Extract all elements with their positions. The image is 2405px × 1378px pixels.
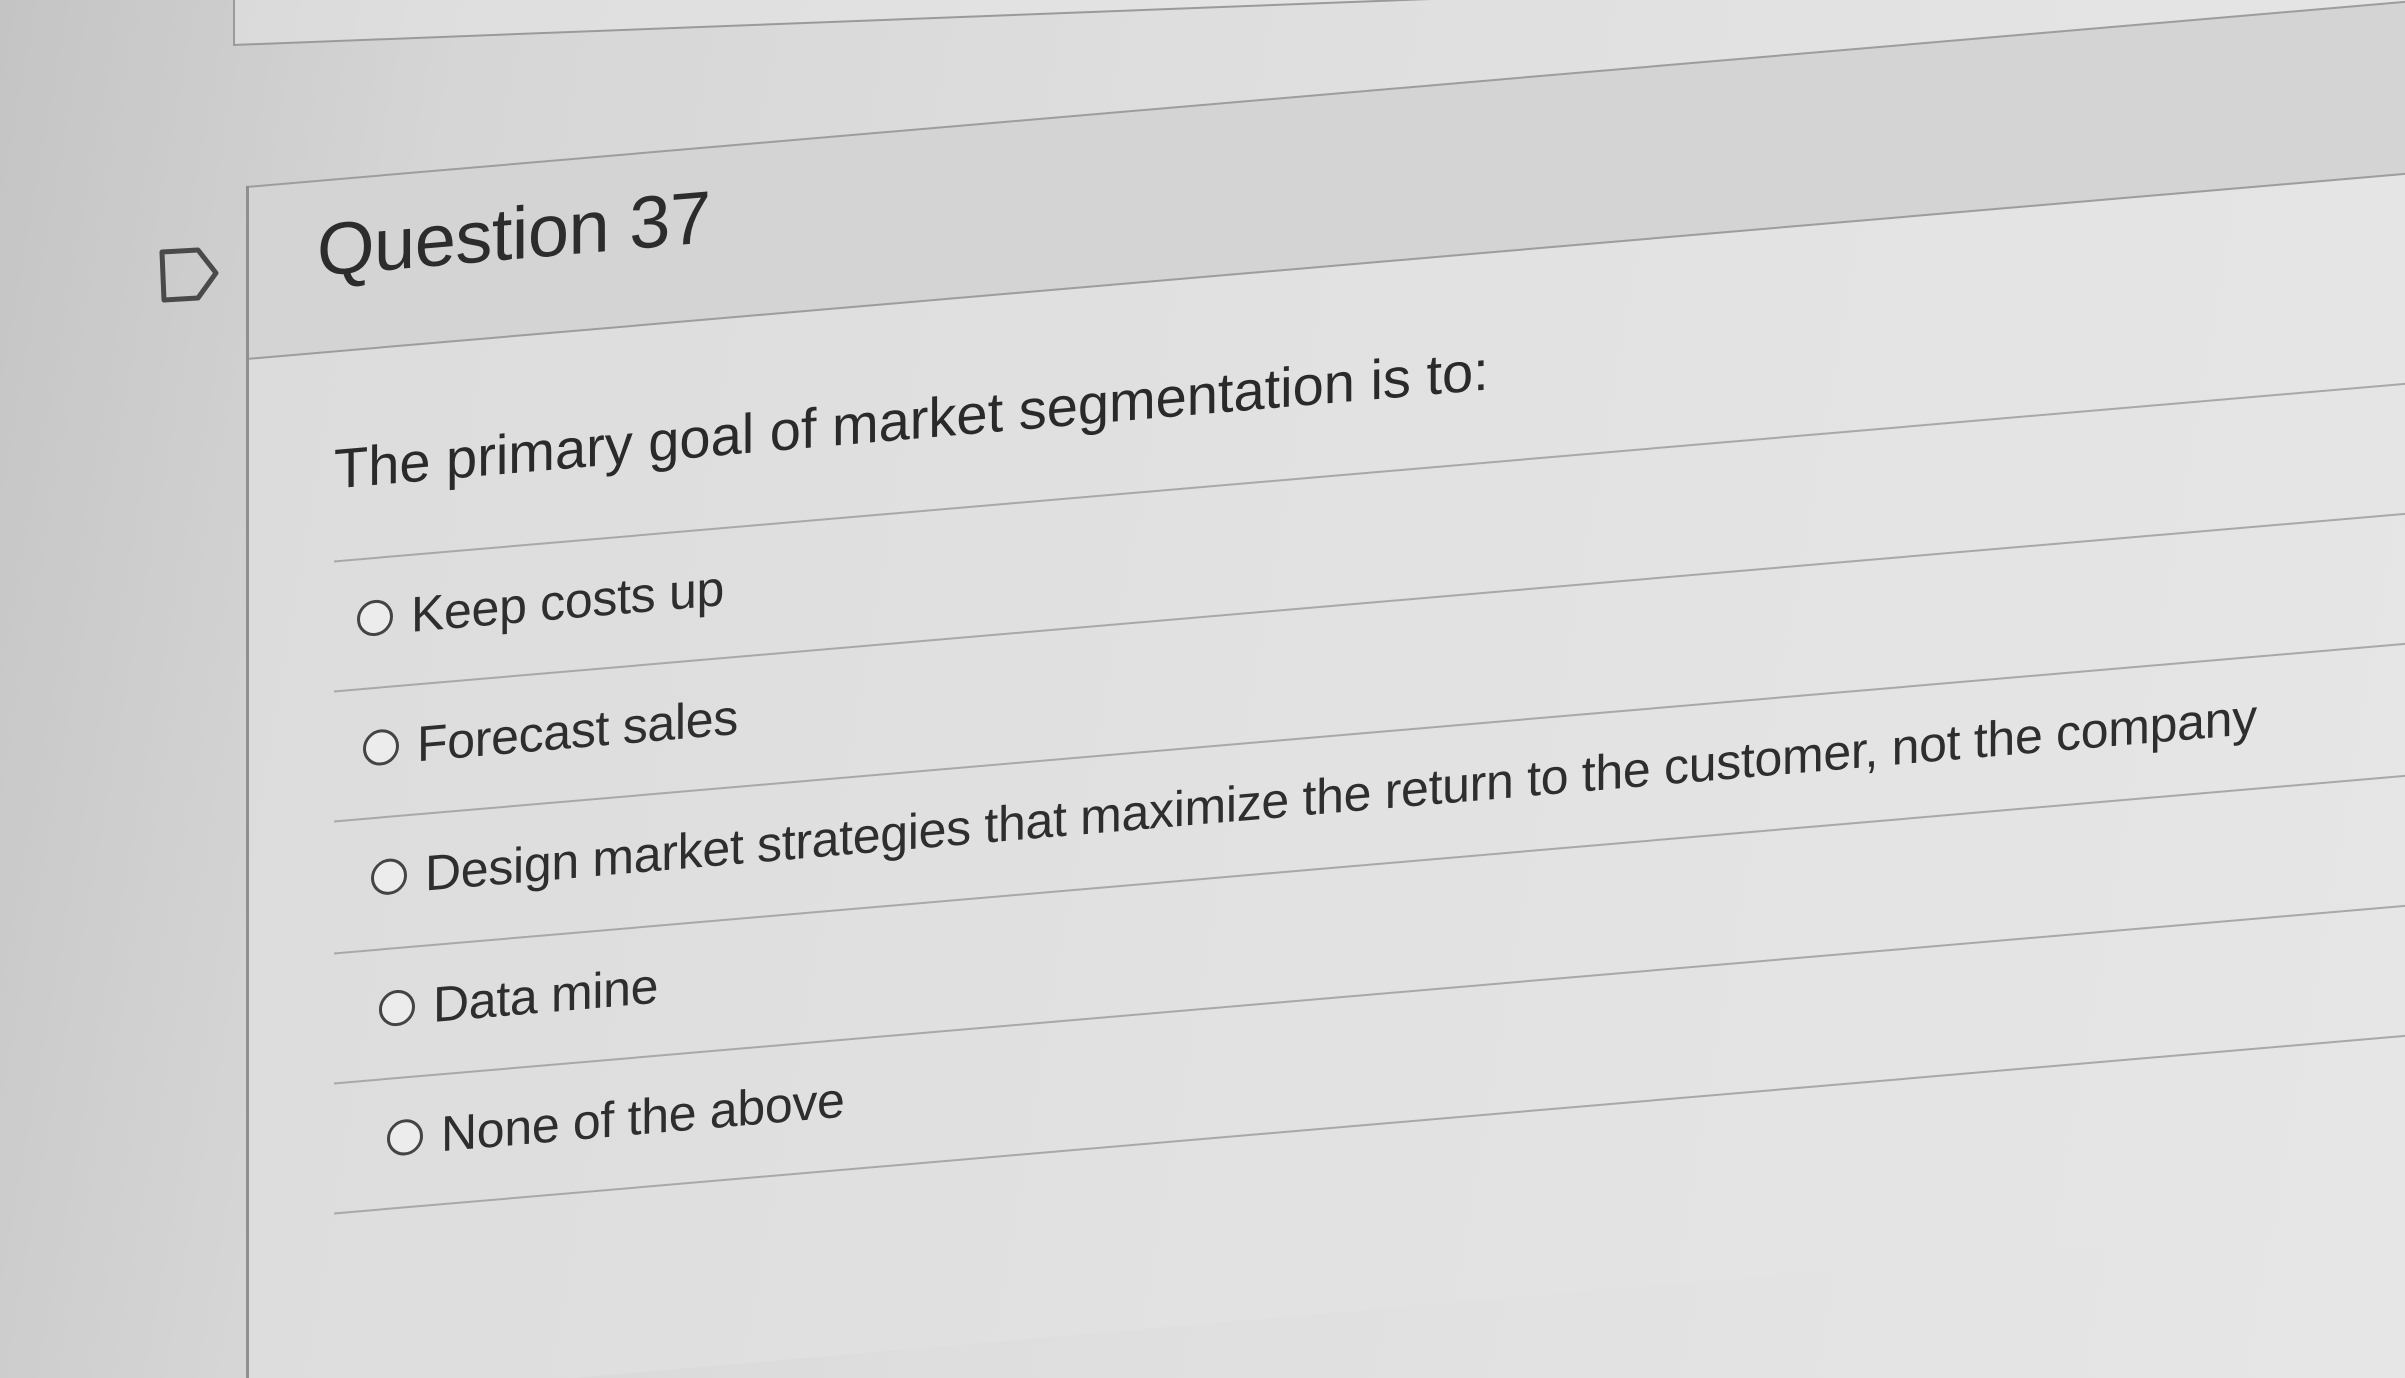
flag-question-icon[interactable] (158, 246, 220, 304)
radio-button[interactable] (387, 1117, 423, 1157)
radio-button[interactable] (371, 857, 407, 897)
radio-button[interactable] (379, 988, 415, 1028)
answer-option-2[interactable]: Forecast sales (363, 672, 738, 794)
radio-button[interactable] (363, 727, 399, 767)
question-title: Question 37 (317, 175, 711, 292)
answer-label: Data mine (433, 957, 659, 1033)
answer-option-1[interactable]: Keep costs up (357, 543, 724, 664)
answer-label: None of the above (441, 1071, 845, 1163)
quiz-screen: Question 37 The primary goal of market s… (0, 0, 2405, 1378)
answer-option-4[interactable]: Data mine (379, 941, 658, 1055)
radio-button[interactable] (357, 598, 393, 638)
answer-label: Forecast sales (417, 688, 738, 773)
answer-label: Keep costs up (411, 560, 724, 643)
answer-option-5[interactable]: None of the above (387, 1055, 845, 1184)
question-header: Question 37 (249, 0, 2405, 360)
question-card: Question 37 The primary goal of market s… (246, 0, 2405, 1378)
